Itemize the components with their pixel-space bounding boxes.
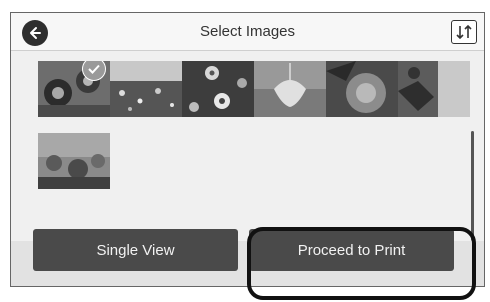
- image-thumbnail-5[interactable]: [326, 61, 398, 117]
- scrollbar[interactable]: [471, 131, 474, 241]
- image-thumbnail-7[interactable]: [38, 133, 110, 189]
- proceed-to-print-button[interactable]: Proceed to Print: [249, 229, 454, 271]
- image-thumbnail-2[interactable]: [110, 61, 182, 117]
- sort-icon: [456, 24, 472, 40]
- sort-button[interactable]: [451, 20, 477, 44]
- image-grid: [11, 51, 484, 265]
- image-thumbnail-1[interactable]: [38, 61, 110, 117]
- image-thumbnail-3[interactable]: [182, 61, 254, 117]
- image-thumbnail-6[interactable]: [398, 61, 470, 117]
- single-view-button[interactable]: Single View: [33, 229, 238, 271]
- page-title: Select Images: [199, 23, 296, 40]
- image-thumbnail-4[interactable]: [254, 61, 326, 117]
- header-bar: Select Images: [11, 13, 484, 51]
